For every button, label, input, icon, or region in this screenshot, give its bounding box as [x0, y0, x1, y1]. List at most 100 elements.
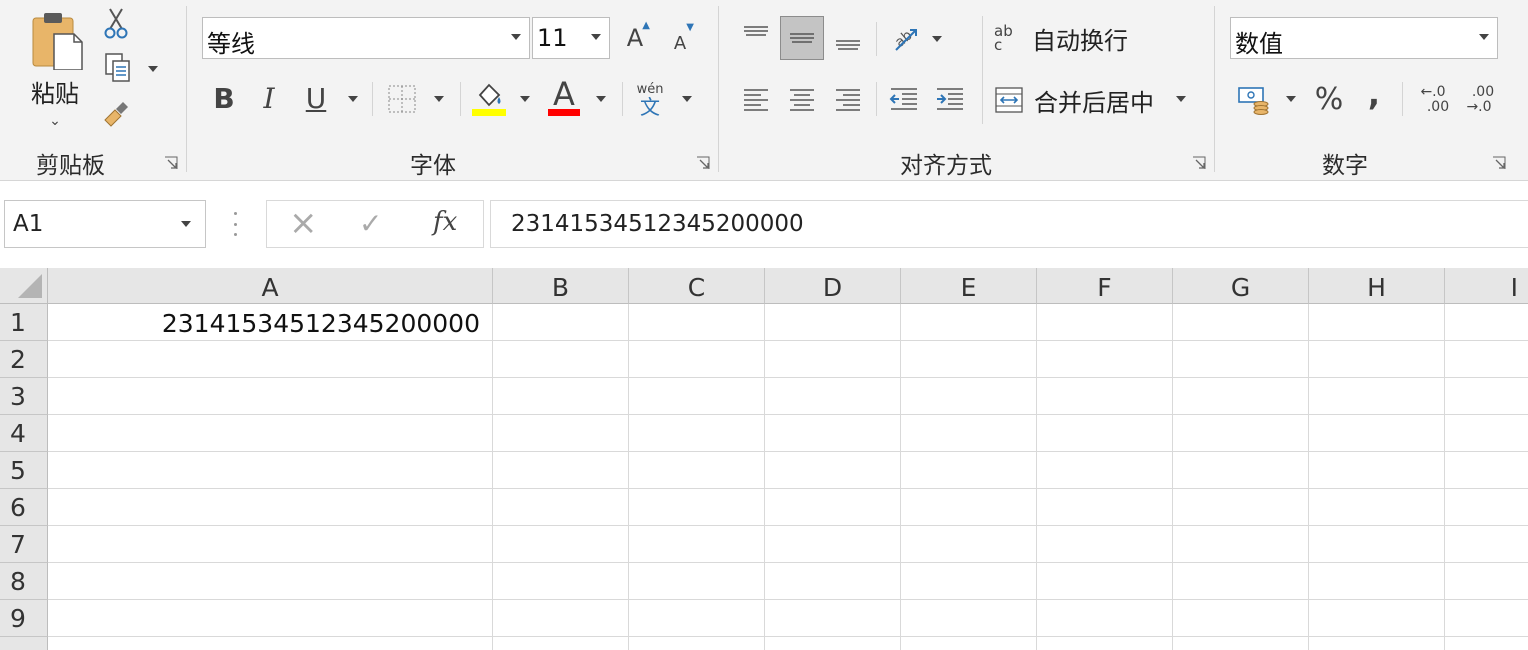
- merge-center-dropdown-arrow[interactable]: [1176, 96, 1186, 102]
- accounting-format-button[interactable]: [1234, 78, 1274, 120]
- align-left-icon: [744, 89, 768, 111]
- phonetic-guide-button[interactable]: wén 文: [632, 80, 668, 120]
- decrease-decimal-button[interactable]: .00 →.0: [1458, 80, 1500, 120]
- copy-dropdown-arrow[interactable]: [148, 66, 158, 72]
- row-header-3[interactable]: 3: [0, 378, 48, 415]
- percent-style-button[interactable]: %: [1310, 78, 1348, 120]
- paste-button[interactable]: 粘贴 ⌄: [18, 8, 92, 132]
- gridline: [48, 636, 1528, 637]
- cell-a1[interactable]: 23141534512345200000: [49, 305, 492, 340]
- increase-indent-button[interactable]: [930, 78, 970, 120]
- row-header-2[interactable]: 2: [0, 341, 48, 378]
- italic-button[interactable]: I: [252, 78, 286, 118]
- gridline: [48, 414, 1528, 415]
- column-header-f[interactable]: F: [1037, 268, 1173, 304]
- underline-icon: U: [305, 81, 327, 115]
- row-header-partial[interactable]: [0, 637, 48, 650]
- grow-font-button[interactable]: A ▲: [618, 18, 652, 58]
- chevron-down-icon: ⌄: [49, 113, 61, 129]
- column-header-e[interactable]: E: [901, 268, 1037, 304]
- column-header-g[interactable]: G: [1173, 268, 1309, 304]
- comma-style-button[interactable]: ,: [1356, 75, 1392, 120]
- decrease-decimal-top: .00: [1471, 84, 1495, 100]
- merge-center-button[interactable]: 合并后居中: [994, 78, 1160, 122]
- font-color-swatch: [548, 109, 580, 116]
- dialog-launcher-icon[interactable]: [1492, 156, 1506, 170]
- fill-color-button[interactable]: [470, 78, 508, 118]
- number-format-value: 数值: [1235, 30, 1283, 58]
- italic-icon: I: [263, 81, 275, 115]
- shrink-font-button[interactable]: A ▼: [664, 20, 696, 58]
- insert-function-icon[interactable]: fx: [433, 207, 457, 237]
- number-format-dropdown-arrow[interactable]: [1479, 34, 1489, 40]
- increase-decimal-bottom: .00: [1426, 99, 1450, 115]
- column-header-c[interactable]: C: [629, 268, 765, 304]
- accounting-dropdown-arrow[interactable]: [1286, 96, 1296, 102]
- borders-dropdown-arrow[interactable]: [434, 96, 444, 102]
- select-all-corner[interactable]: [0, 268, 48, 304]
- top-align-button[interactable]: [734, 16, 778, 60]
- copy-button[interactable]: [98, 50, 138, 86]
- cut-button[interactable]: [98, 6, 134, 40]
- column-header-h[interactable]: H: [1309, 268, 1445, 304]
- decrease-indent-button[interactable]: [884, 78, 924, 120]
- fill-color-dropdown-arrow[interactable]: [520, 96, 530, 102]
- dialog-launcher-icon[interactable]: [164, 156, 178, 170]
- phonetic-bottom-text: 文: [640, 95, 660, 119]
- center-align-button[interactable]: [780, 78, 824, 120]
- grow-font-icon: A: [626, 24, 644, 52]
- underline-button[interactable]: U: [298, 78, 334, 118]
- row-header-6[interactable]: 6: [0, 489, 48, 526]
- row-header-5[interactable]: 5: [0, 452, 48, 489]
- dialog-launcher-icon[interactable]: [1192, 156, 1206, 170]
- row-header-4[interactable]: 4: [0, 415, 48, 452]
- shrink-font-icon: A: [673, 32, 687, 54]
- bold-button[interactable]: B: [206, 78, 242, 118]
- column-header-i[interactable]: I: [1445, 268, 1528, 304]
- name-box-dropdown-arrow[interactable]: [181, 221, 191, 227]
- enter-icon[interactable]: ✓: [359, 207, 382, 240]
- formula-buttons: × ✓ fx: [266, 200, 484, 248]
- cancel-icon[interactable]: ×: [289, 203, 318, 243]
- row-header-1[interactable]: 1: [0, 304, 48, 341]
- phonetic-dropdown-arrow[interactable]: [682, 96, 692, 102]
- dialog-launcher-icon[interactable]: [696, 156, 710, 170]
- separator: [622, 82, 623, 116]
- wrap-text-button[interactable]: ab c 自动换行: [994, 16, 1144, 60]
- separator: [1402, 82, 1403, 116]
- increase-decimal-button[interactable]: ←.0 .00: [1412, 80, 1454, 120]
- formula-bar-drag-handle[interactable]: [232, 212, 238, 236]
- column-header-d[interactable]: D: [765, 268, 901, 304]
- font-name-value: 等线: [207, 30, 255, 58]
- separator: [372, 82, 373, 116]
- column-header-a[interactable]: A: [48, 268, 493, 304]
- up-arrow-icon: ▲: [642, 20, 650, 31]
- bottom-align-button[interactable]: [826, 16, 870, 60]
- format-painter-button[interactable]: [98, 96, 134, 130]
- right-align-button[interactable]: [826, 78, 870, 120]
- formula-input[interactable]: 23141534512345200000: [490, 200, 1528, 248]
- separator: [876, 22, 877, 56]
- left-align-button[interactable]: [734, 78, 778, 120]
- separator: [460, 82, 461, 116]
- row-header-8[interactable]: 8: [0, 563, 48, 600]
- column-header-b[interactable]: B: [493, 268, 629, 304]
- name-box[interactable]: A1: [4, 200, 206, 248]
- merge-center-icon: [995, 87, 1023, 113]
- borders-button[interactable]: [384, 80, 420, 118]
- font-color-icon: A: [553, 75, 575, 113]
- orientation-dropdown-arrow[interactable]: [932, 36, 942, 42]
- font-size-dropdown-arrow[interactable]: [591, 34, 601, 40]
- orientation-button[interactable]: ab: [884, 18, 924, 58]
- font-name-dropdown-arrow[interactable]: [511, 34, 521, 40]
- row-header-9[interactable]: 9: [0, 600, 48, 637]
- font-name-combo[interactable]: 等线: [202, 17, 530, 59]
- row-header-7[interactable]: 7: [0, 526, 48, 563]
- group-separator: [718, 6, 719, 172]
- middle-align-button[interactable]: [780, 16, 824, 60]
- underline-dropdown-arrow[interactable]: [348, 96, 358, 102]
- font-color-button[interactable]: A: [544, 75, 584, 118]
- font-size-combo[interactable]: 11: [532, 17, 610, 59]
- number-format-combo[interactable]: 数值: [1230, 17, 1498, 59]
- font-color-dropdown-arrow[interactable]: [596, 96, 606, 102]
